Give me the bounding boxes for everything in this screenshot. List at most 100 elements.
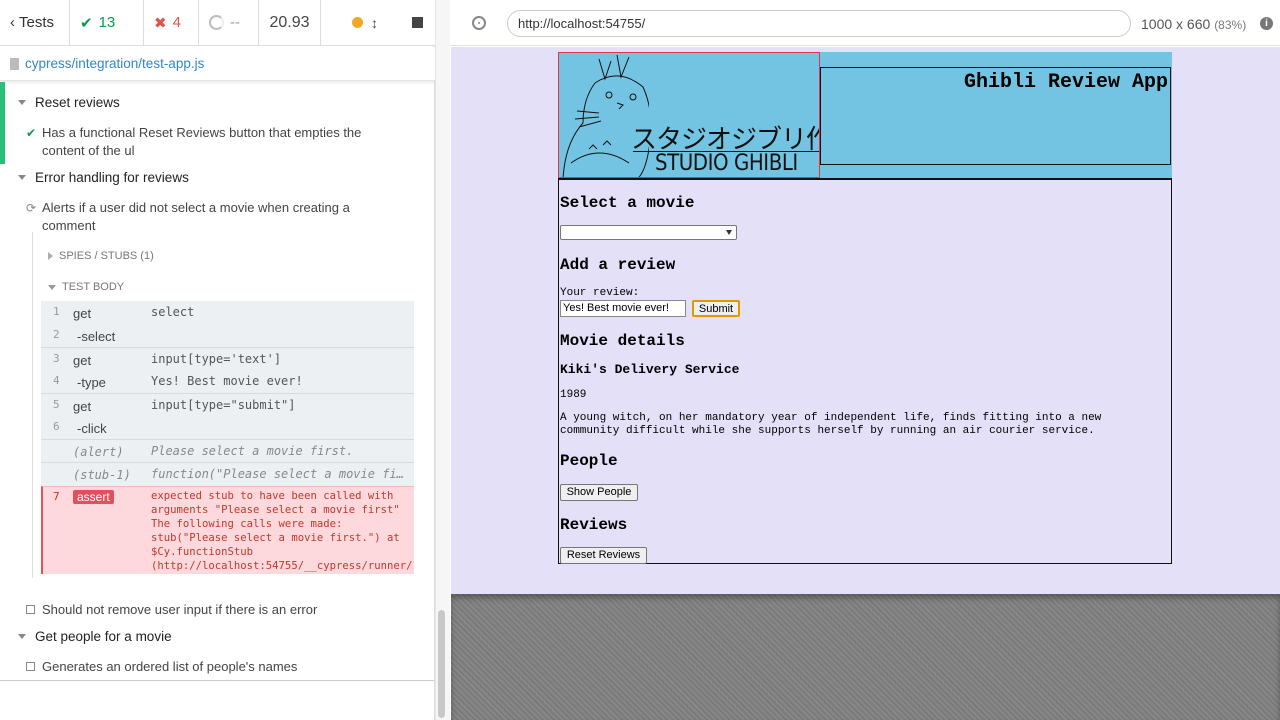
review-label: Your review: — [560, 287, 640, 299]
command-number: 3 — [53, 352, 60, 365]
show-people-button[interactable]: Show People — [560, 484, 638, 501]
passed-suite-indicator — [0, 82, 5, 164]
reporter-scrollbar-thumb[interactable] — [438, 610, 445, 718]
failed-count[interactable]: ✖ 4 — [144, 0, 199, 45]
command-message: input[type='text'] — [151, 352, 282, 366]
test-row-ordered-list[interactable]: Generates an ordered list of people's na… — [26, 658, 406, 676]
assert-badge: assert — [73, 490, 114, 504]
test-body-guide-line — [32, 232, 33, 578]
spies-stubs-label: SPIES / STUBS (1) — [59, 250, 154, 262]
movie-description: A young witch, on her mandatory year of … — [560, 412, 1102, 437]
pending-number: -- — [230, 14, 240, 31]
selector-playground-icon[interactable] — [472, 16, 486, 30]
command-row[interactable]: 4 -type Yes! Best movie ever! — [41, 370, 414, 393]
check-icon: ✔ — [80, 14, 93, 32]
command-number: 1 — [53, 305, 60, 318]
command-row-assert-error[interactable]: 7 assert expected stub to have been call… — [41, 486, 414, 574]
reporter-panel: ‹ Tests ✔ 13 ✖ 4 -- 20.93 ↕ cypress/inte… — [0, 0, 435, 720]
pending-count[interactable]: -- — [199, 0, 259, 45]
auto-scroll-indicator-icon[interactable] — [352, 17, 363, 28]
logo-english-text: STUDIO GHIBLI — [655, 151, 798, 176]
test-title: Generates an ordered list of people's na… — [42, 659, 298, 674]
aut-empty-area — [451, 594, 1280, 720]
totoro-icon — [562, 54, 649, 177]
reset-reviews-button[interactable]: Reset Reviews — [560, 547, 647, 564]
command-message: Yes! Best movie ever! — [151, 374, 303, 388]
stop-icon[interactable] — [412, 17, 423, 28]
add-review-heading: Add a review — [560, 256, 676, 274]
up-down-arrows-icon[interactable]: ↕ — [371, 15, 378, 31]
run-controls: ↕ — [321, 0, 435, 45]
assert-error-message: expected stub to have been called with a… — [151, 490, 413, 572]
pending-square-icon — [26, 605, 35, 614]
movie-select[interactable] — [560, 225, 737, 240]
movie-year: 1989 — [560, 389, 587, 401]
command-row-alert[interactable]: (alert) Please select a movie first. — [41, 439, 414, 462]
test-body-toggle[interactable]: TEST BODY — [48, 281, 124, 293]
command-row[interactable]: 3 get input[type='text'] — [41, 347, 414, 370]
test-row-reset-reviews[interactable]: ✔ Has a functional Reset Reviews button … — [26, 124, 406, 160]
command-name: -click — [77, 421, 107, 436]
command-number: 4 — [53, 374, 60, 387]
command-message: Please select a movie first. — [151, 444, 354, 458]
url-bar[interactable]: http://localhost:54755/ — [507, 10, 1131, 37]
check-icon: ✔ — [26, 126, 37, 140]
command-name: (alert) — [73, 445, 124, 459]
suite-title: Reset reviews — [35, 95, 120, 110]
command-name: (stub-1) — [73, 468, 131, 482]
review-input[interactable]: Yes! Best movie ever! — [560, 300, 686, 317]
caret-down-icon — [48, 284, 56, 290]
command-number: 7 — [53, 490, 60, 503]
reporter-header: ‹ Tests ✔ 13 ✖ 4 -- 20.93 ↕ — [0, 0, 435, 46]
command-row[interactable]: 6 -click — [41, 416, 414, 439]
viewport-info: 1000 x 660 (83%) — [1141, 16, 1246, 32]
test-row-alerts[interactable]: ⟳ Alerts if a user did not select a movi… — [26, 199, 406, 235]
url-text: http://localhost:54755/ — [518, 16, 646, 31]
command-log: 1 get select 2 -select 3 get input[type=… — [41, 301, 414, 574]
command-name: -type — [77, 375, 106, 390]
passed-count[interactable]: ✔ 13 — [70, 0, 144, 45]
caret-down-icon — [18, 100, 26, 105]
suite-get-people[interactable]: Get people for a movie — [18, 629, 172, 644]
command-message: function("Please select a movie fi… — [151, 467, 404, 481]
people-heading: People — [560, 452, 618, 470]
command-number: 5 — [53, 398, 60, 411]
suite-reset-reviews[interactable]: Reset reviews — [18, 95, 120, 110]
test-body-label: TEST BODY — [62, 281, 125, 293]
submit-button[interactable]: Submit — [692, 300, 740, 317]
spies-stubs-toggle[interactable]: SPIES / STUBS (1) — [48, 250, 154, 262]
spec-path-link[interactable]: cypress/integration/test-app.js — [25, 56, 204, 71]
command-row[interactable]: 2 -select — [41, 324, 414, 347]
tests-button[interactable]: ‹ Tests — [0, 0, 70, 45]
suite-title: Error handling for reviews — [35, 170, 189, 185]
test-row-should-not-remove[interactable]: Should not remove user input if there is… — [26, 601, 406, 619]
command-name: get — [73, 353, 92, 368]
caret-down-icon — [18, 175, 26, 180]
file-icon — [10, 57, 19, 70]
command-name: get — [73, 306, 92, 321]
command-row-stub[interactable]: (stub-1) function("Please select a movie… — [41, 462, 414, 486]
tests-label: Tests — [19, 14, 55, 31]
command-number: 2 — [53, 328, 60, 341]
runnables-list: Reset reviews ✔ Has a functional Reset R… — [0, 82, 434, 680]
suite-error-handling[interactable]: Error handling for reviews — [18, 170, 189, 185]
spec-path-bar: cypress/integration/test-app.js — [0, 47, 435, 81]
info-icon[interactable]: i — [1260, 17, 1273, 30]
cross-icon: ✖ — [154, 14, 167, 32]
command-name: get — [73, 399, 92, 414]
refresh-icon: ⟳ — [26, 201, 37, 215]
reviews-heading: Reviews — [560, 516, 628, 534]
studio-ghibli-logo: スタジオジブリ作品 STUDIO GHIBLI — [558, 52, 820, 178]
passed-number: 13 — [98, 14, 116, 31]
suite-title: Get people for a movie — [35, 629, 172, 644]
app-title: Ghibli Review App — [963, 71, 1168, 94]
duration: 20.93 — [259, 0, 321, 45]
app-title-box: Ghibli Review App — [820, 67, 1171, 165]
test-title: Alerts if a user did not select a movie … — [42, 200, 350, 233]
command-row[interactable]: 1 get select — [41, 301, 414, 324]
pending-circle-icon — [209, 15, 224, 30]
command-row[interactable]: 5 get input[type="submit"] — [41, 393, 414, 416]
command-message: input[type="submit"] — [151, 398, 296, 412]
viewport-scale: (83%) — [1214, 18, 1247, 32]
caret-right-icon — [48, 252, 53, 260]
